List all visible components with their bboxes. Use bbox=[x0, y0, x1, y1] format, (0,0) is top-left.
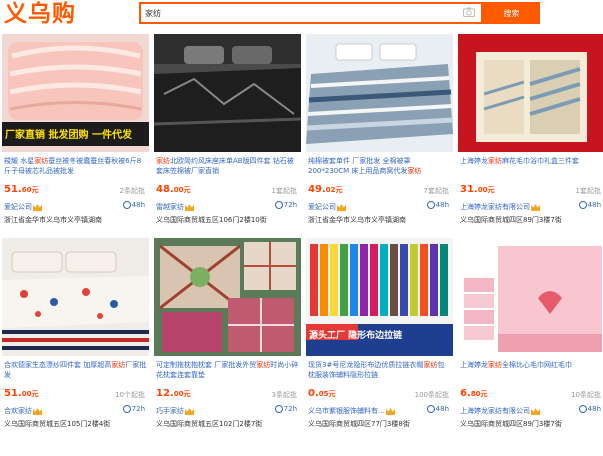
product-card[interactable]: 源头工厂 隐形布边拉链 现货3#号尼龙隐形布边优质拉链衣帽家纺包枕服装饰辅料隐形… bbox=[306, 238, 453, 438]
clock-badge-icon bbox=[578, 405, 587, 413]
clock-badge-icon bbox=[122, 201, 131, 209]
product-image[interactable] bbox=[458, 238, 603, 356]
product-image[interactable] bbox=[306, 34, 453, 152]
product-title[interactable]: 家纺北欧简约风床座床单AB版四件套 钻石被套床笠棉被厂家直销 bbox=[156, 156, 299, 178]
search-box[interactable] bbox=[139, 2, 483, 24]
crown-icon bbox=[185, 203, 194, 211]
shop-name[interactable]: 上海婷龙家纺有限公司 bbox=[460, 202, 540, 212]
shop-name[interactable]: 巧手家纺 bbox=[156, 406, 194, 416]
product-price: 6.80元 bbox=[460, 388, 488, 399]
product-price: 48.00元 bbox=[156, 184, 191, 195]
product-card[interactable]: 上海婷龙家纺全棉比心毛巾网红毛巾 6.80元 10条起批 上海婷龙家纺有限公司 … bbox=[458, 238, 603, 438]
product-image[interactable]: 源头工厂 隐形布边拉链 bbox=[306, 238, 453, 356]
shop-address: 浙江省金华市义乌市义亭镇湖南 bbox=[4, 216, 102, 224]
shop-name[interactable]: 合欢家纺 bbox=[4, 406, 42, 416]
product-image[interactable] bbox=[2, 238, 149, 356]
crown-icon bbox=[531, 407, 540, 415]
product-card[interactable]: 家纺北欧简约风床座床单AB版四件套 钻石被套床笠棉被厂家直销 48.00元 1套… bbox=[154, 34, 301, 234]
delivery-badge: 48h bbox=[122, 201, 145, 209]
min-order: 1套起批 bbox=[575, 187, 601, 195]
shop-address: 义乌国际商贸城四区89门3楼7街 bbox=[460, 420, 562, 428]
shop-name[interactable]: 上海婷龙家纺有限公司 bbox=[460, 406, 540, 416]
product-image[interactable] bbox=[458, 34, 603, 152]
crown-icon bbox=[385, 407, 395, 415]
clock-badge-icon bbox=[274, 405, 283, 413]
clock-badge-icon bbox=[274, 201, 283, 209]
shop-address: 义乌国际商贸城四区77门3楼8街 bbox=[308, 420, 410, 428]
shop-address: 义乌国际商贸城五区105门2楼4街 bbox=[4, 420, 111, 428]
min-order: 1套起批 bbox=[271, 187, 297, 195]
camera-icon[interactable] bbox=[463, 7, 475, 17]
product-card[interactable]: 可定制拖枕抱枕套 厂家批发外贸家纺时尚小碎花枕套连套靠垫 12.00元 3条起批… bbox=[154, 238, 301, 438]
search-button[interactable]: 搜索 bbox=[483, 2, 540, 24]
crown-icon bbox=[33, 407, 42, 415]
product-title[interactable]: 上海婷龙家纺麻花毛巾浴巾礼盒三件套 bbox=[460, 156, 603, 178]
product-image[interactable] bbox=[154, 34, 301, 152]
shop-address: 义乌国际商贸城五区106门2楼10街 bbox=[156, 216, 267, 224]
shop-name[interactable]: 雷越家纺 bbox=[156, 202, 194, 212]
product-price: 51.00元 bbox=[4, 388, 39, 399]
delivery-badge: 48h bbox=[426, 405, 449, 413]
shop-name[interactable]: 爱妃公司 bbox=[4, 202, 42, 212]
product-price: 0.05元 bbox=[308, 388, 336, 399]
min-order: 10条起批 bbox=[571, 391, 601, 399]
product-card[interactable]: 纯棉被套单件 厂家批发 全棉被罩200*230CM 床上用品商窝代发家纺 49.… bbox=[306, 34, 453, 234]
image-overlay-text: 厂家直销 批发团购 一件代发 bbox=[5, 130, 132, 141]
delivery-badge: 72h bbox=[122, 405, 145, 413]
delivery-badge: 48h bbox=[426, 201, 449, 209]
product-title[interactable]: 可定制拖枕抱枕套 厂家批发外贸家纺时尚小碎花枕套连套靠垫 bbox=[156, 360, 299, 382]
delivery-badge: 48h bbox=[578, 405, 601, 413]
clock-badge-icon bbox=[578, 201, 587, 209]
min-order: 2条起批 bbox=[119, 187, 145, 195]
product-card[interactable]: 合欢德家生态漂纱四件套 加厚超高家纺厂家批发 51.00元 10个起批 合欢家纺… bbox=[2, 238, 149, 438]
clock-badge-icon bbox=[122, 405, 131, 413]
product-title[interactable]: 上海婷龙家纺全棉比心毛巾网红毛巾 bbox=[460, 360, 603, 382]
product-title[interactable]: 羧耀 水星家纺蚕丝被冬被蠢蚕丝春秋被6斤8斤子母被芯礼品被批发 bbox=[4, 156, 147, 178]
crown-icon bbox=[33, 203, 42, 211]
search-input[interactable] bbox=[145, 6, 455, 20]
product-image[interactable]: 厂家直销 批发团购 一件代发 bbox=[2, 34, 149, 152]
min-order: 100条起批 bbox=[414, 391, 449, 399]
shop-address: 义乌国际商贸城五区102门2楼7街 bbox=[156, 420, 263, 428]
product-image[interactable] bbox=[154, 238, 301, 356]
shop-name[interactable]: 义乌市紫银服饰辅料有... bbox=[308, 406, 395, 416]
delivery-badge: 72h bbox=[274, 201, 297, 209]
product-card[interactable]: 厂家直销 批发团购 一件代发 羧耀 水星家纺蚕丝被冬被蠢蚕丝春秋被6斤8斤子母被… bbox=[2, 34, 149, 234]
crown-icon bbox=[531, 203, 540, 211]
product-title[interactable]: 纯棉被套单件 厂家批发 全棉被罩200*230CM 床上用品商窝代发家纺 bbox=[308, 156, 451, 178]
product-card[interactable]: 上海婷龙家纺麻花毛巾浴巾礼盒三件套 31.00元 1套起批 上海婷龙家纺有限公司… bbox=[458, 34, 603, 234]
product-price: 12.00元 bbox=[156, 388, 191, 399]
product-price: 49.02元 bbox=[308, 184, 343, 195]
delivery-badge: 48h bbox=[578, 201, 601, 209]
min-order: 3条起批 bbox=[271, 391, 297, 399]
crown-icon bbox=[337, 203, 346, 211]
delivery-badge: 72h bbox=[274, 405, 297, 413]
product-title[interactable]: 合欢德家生态漂纱四件套 加厚超高家纺厂家批发 bbox=[4, 360, 147, 382]
shop-name[interactable]: 爱妃公司 bbox=[308, 202, 346, 212]
site-logo[interactable]: 义乌购 bbox=[4, 1, 76, 27]
product-price: 51.60元 bbox=[4, 184, 39, 195]
crown-icon bbox=[185, 407, 194, 415]
clock-badge-icon bbox=[426, 405, 435, 413]
header: 义乌购 搜索 bbox=[0, 0, 603, 30]
product-title[interactable]: 现货3#号尼龙隐形布边优质拉链衣帽家纺包枕服装饰辅料隐形拉链 bbox=[308, 360, 451, 382]
min-order: 7套起批 bbox=[423, 187, 449, 195]
shop-address: 浙江省金华市义乌市义亭镇湖南 bbox=[308, 216, 406, 224]
min-order: 10个起批 bbox=[115, 391, 145, 399]
clock-badge-icon bbox=[426, 201, 435, 209]
shop-address: 义乌国际商贸城四区89门3楼7街 bbox=[460, 216, 562, 224]
product-price: 31.00元 bbox=[460, 184, 495, 195]
image-overlay-text: 源头工厂 隐形布边拉链 bbox=[309, 331, 403, 341]
